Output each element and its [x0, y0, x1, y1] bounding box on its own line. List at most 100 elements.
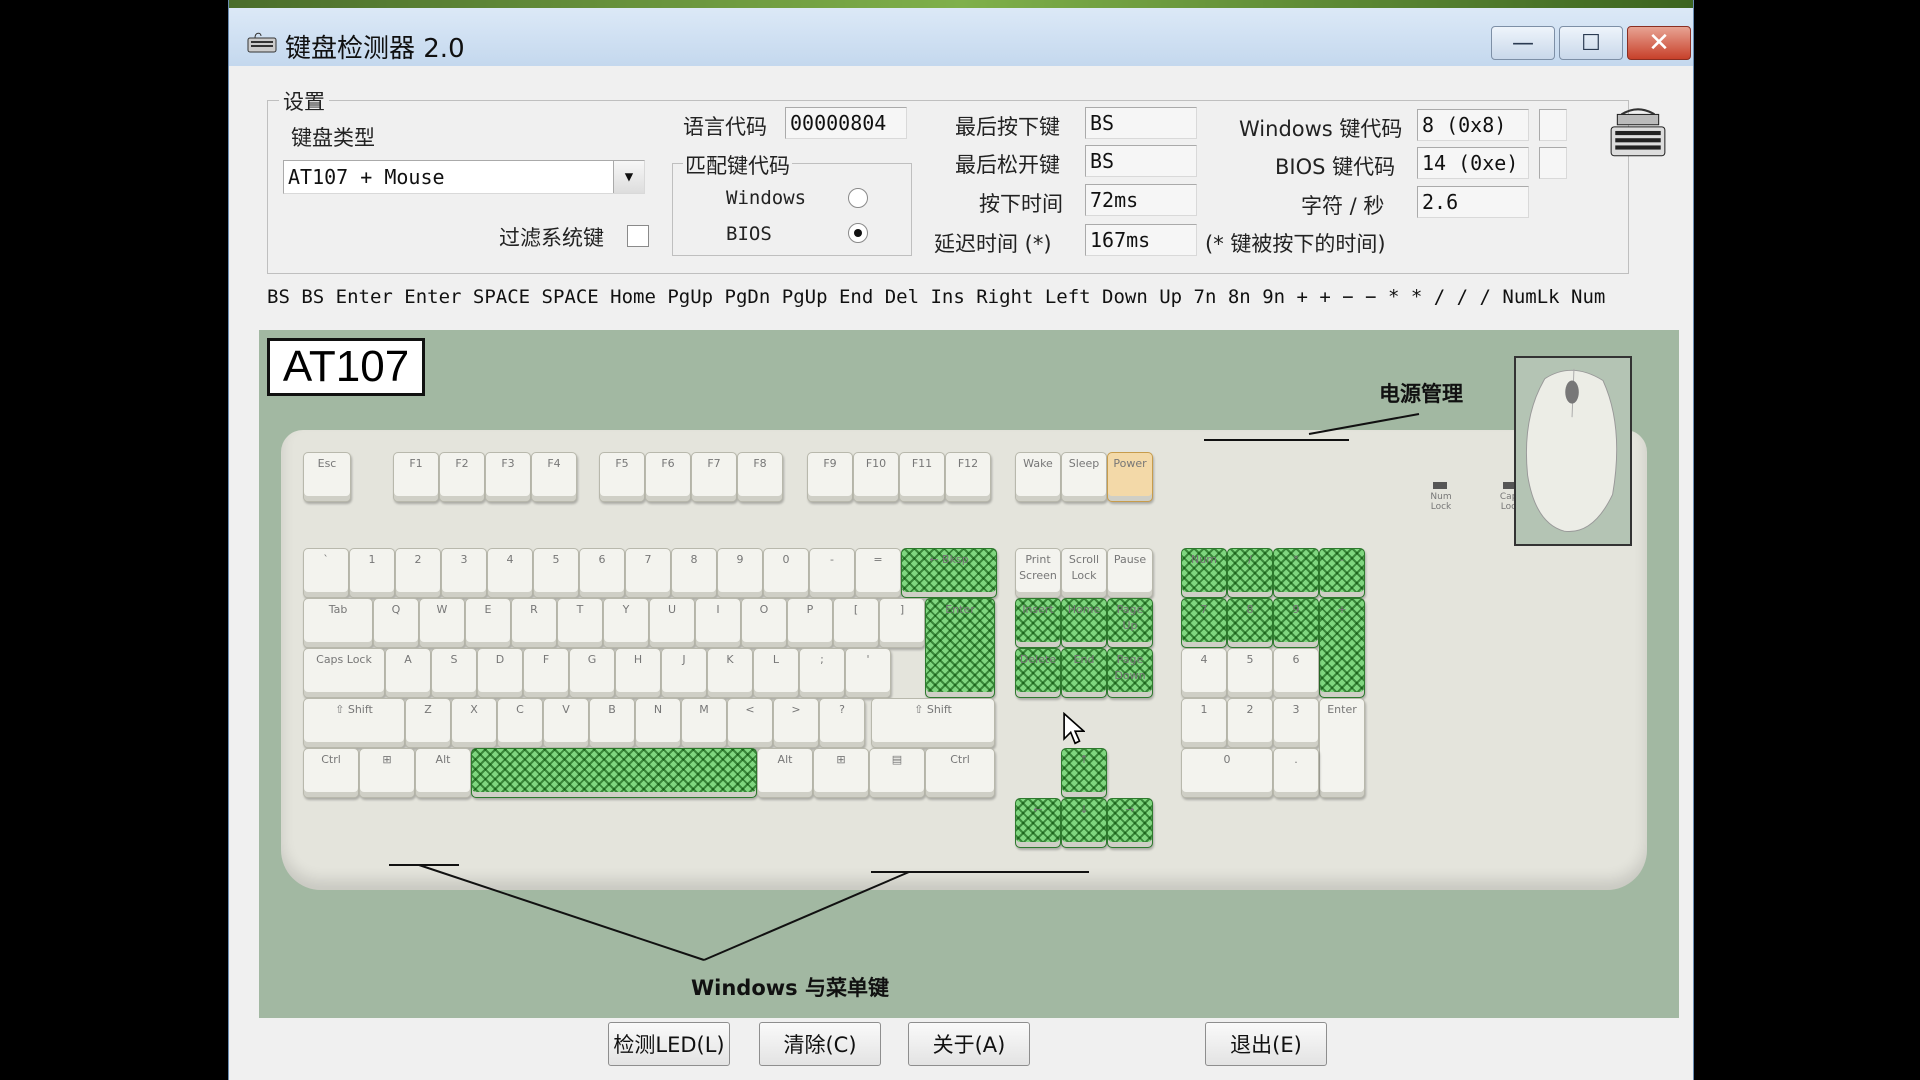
- key-numpad: 2: [1227, 698, 1273, 748]
- minimize-button[interactable]: —: [1491, 26, 1555, 60]
- key-letter: B: [589, 698, 635, 748]
- filter-system-keys-label: 过滤系统键: [499, 226, 604, 250]
- key-numpad: 9: [1273, 598, 1319, 648]
- key-nav-top: Pause: [1107, 548, 1153, 598]
- key-num-row: 8: [671, 548, 717, 598]
- key-letter: Q: [373, 598, 419, 648]
- key-letter: T: [557, 598, 603, 648]
- exit-button[interactable]: 退出(E): [1205, 1022, 1327, 1066]
- key-letter: ': [845, 648, 891, 698]
- key-f8: F8: [737, 452, 783, 502]
- windows-menu-keys-label: Windows 与菜单键: [691, 976, 889, 1000]
- chevron-down-icon[interactable]: ▼: [613, 161, 644, 193]
- bios-code-label: BIOS 键代码: [1275, 155, 1396, 179]
- key-f11: F11: [899, 452, 945, 502]
- key-nav: Page Up: [1107, 598, 1153, 648]
- match-bios-radio[interactable]: [848, 223, 868, 243]
- keyboard-type-select[interactable]: AT107 + Mouse ▼: [283, 160, 645, 194]
- test-led-button[interactable]: 检测LED(L): [608, 1022, 730, 1066]
- language-code-field[interactable]: 00000804: [785, 107, 907, 139]
- bios-code-field: 14 (0xe): [1417, 147, 1529, 179]
- key-numpad: -: [1319, 548, 1365, 598]
- key-letter: P: [787, 598, 833, 648]
- key-letter: [: [833, 598, 879, 648]
- key-numpad: 6: [1273, 648, 1319, 698]
- key-nav-top: Print Screen: [1015, 548, 1061, 598]
- mouse-cursor-icon: [1063, 712, 1085, 745]
- key-numpad-plus: +: [1319, 598, 1365, 698]
- key-letter: S: [431, 648, 477, 698]
- key-letter: R: [511, 598, 557, 648]
- key-nav: Insert: [1015, 598, 1061, 648]
- last-pressed-field: BS: [1085, 107, 1197, 139]
- key-numpad: 4: [1181, 648, 1227, 698]
- maximize-button[interactable]: ☐: [1559, 26, 1623, 60]
- power-management-label: 电源管理: [1379, 382, 1463, 406]
- key-letter: F: [523, 648, 569, 698]
- filter-system-keys-checkbox[interactable]: [627, 225, 649, 247]
- key-right-ctrl: Ctrl: [925, 748, 995, 798]
- key-num-row: 7: [625, 548, 671, 598]
- key-letter: L: [753, 648, 799, 698]
- key-nav: Page Down: [1107, 648, 1153, 698]
- key-nav: Delete: [1015, 648, 1061, 698]
- key-space: [471, 748, 757, 798]
- key-numpad: 8: [1227, 598, 1273, 648]
- key-power: Power: [1107, 452, 1153, 502]
- windows-code-field: 8 (0x8): [1417, 109, 1529, 141]
- key-num-row: 5: [533, 548, 579, 598]
- keyboard-panel: AT107 Esc F1 F2 F3 F4 F5 F6 F7 F8 F9 F10 F11 F12 Wake…: [259, 330, 1679, 1018]
- keyboard-type-label: 键盘类型: [291, 126, 375, 150]
- mouse-box: [1514, 356, 1632, 546]
- key-letter: ?: [819, 698, 865, 748]
- key-letter: O: [741, 598, 787, 648]
- press-time-label: 按下时间: [979, 192, 1063, 216]
- key-f3: F3: [485, 452, 531, 502]
- key-num-row: 4: [487, 548, 533, 598]
- match-windows-radio[interactable]: [848, 188, 868, 208]
- cps-field: 2.6: [1417, 186, 1529, 218]
- clear-button[interactable]: 清除(C): [759, 1022, 881, 1066]
- key-letter: X: [451, 698, 497, 748]
- key-right-win: ⊞: [813, 748, 869, 798]
- key-right-alt: Alt: [757, 748, 813, 798]
- key-numpad-enter: Enter: [1319, 698, 1365, 798]
- key-letter: <: [727, 698, 773, 748]
- key-numpad: 1: [1181, 698, 1227, 748]
- key-f5: F5: [599, 452, 645, 502]
- about-button[interactable]: 关于(A): [908, 1022, 1030, 1066]
- keyboard-app-icon: [247, 32, 277, 53]
- key-num-row: 0: [763, 548, 809, 598]
- settings-group-label: 设置: [279, 86, 329, 116]
- cps-label: 字符 / 秒: [1301, 194, 1385, 218]
- key-letter: W: [419, 598, 465, 648]
- keyboard-type-value: AT107 + Mouse: [288, 165, 445, 189]
- key-letter: H: [615, 648, 661, 698]
- key-nav: End: [1061, 648, 1107, 698]
- key-letter: E: [465, 598, 511, 648]
- key-arrow-right: →: [1107, 798, 1153, 848]
- key-numpad: *: [1273, 548, 1319, 598]
- key-letter: V: [543, 698, 589, 748]
- key-num-row: 3: [441, 548, 487, 598]
- key-letter: ;: [799, 648, 845, 698]
- key-sleep: Sleep: [1061, 452, 1107, 502]
- key-backspace: ← Bksp: [901, 548, 997, 598]
- title-bar[interactable]: 键盘检测器 2.0 — ☐ ✕: [229, 8, 1693, 66]
- key-f6: F6: [645, 452, 691, 502]
- key-arrow-left: ←: [1015, 798, 1061, 848]
- key-wake: Wake: [1015, 452, 1061, 502]
- keyboard-model-label: AT107: [267, 338, 425, 396]
- key-num-row: -: [809, 548, 855, 598]
- key-esc: Esc: [303, 452, 351, 502]
- close-button[interactable]: ✕: [1627, 26, 1691, 60]
- bios-code-extra-field: [1539, 147, 1567, 179]
- key-numpad: /: [1227, 548, 1273, 598]
- num-lock-led-label: Num Lock: [1430, 492, 1452, 512]
- window-title: 键盘检测器 2.0: [285, 34, 465, 64]
- key-numpad-dot: .: [1273, 748, 1319, 798]
- key-f4: F4: [531, 452, 577, 502]
- key-num-row: 1: [349, 548, 395, 598]
- key-f12: F12: [945, 452, 991, 502]
- key-numpad: 3: [1273, 698, 1319, 748]
